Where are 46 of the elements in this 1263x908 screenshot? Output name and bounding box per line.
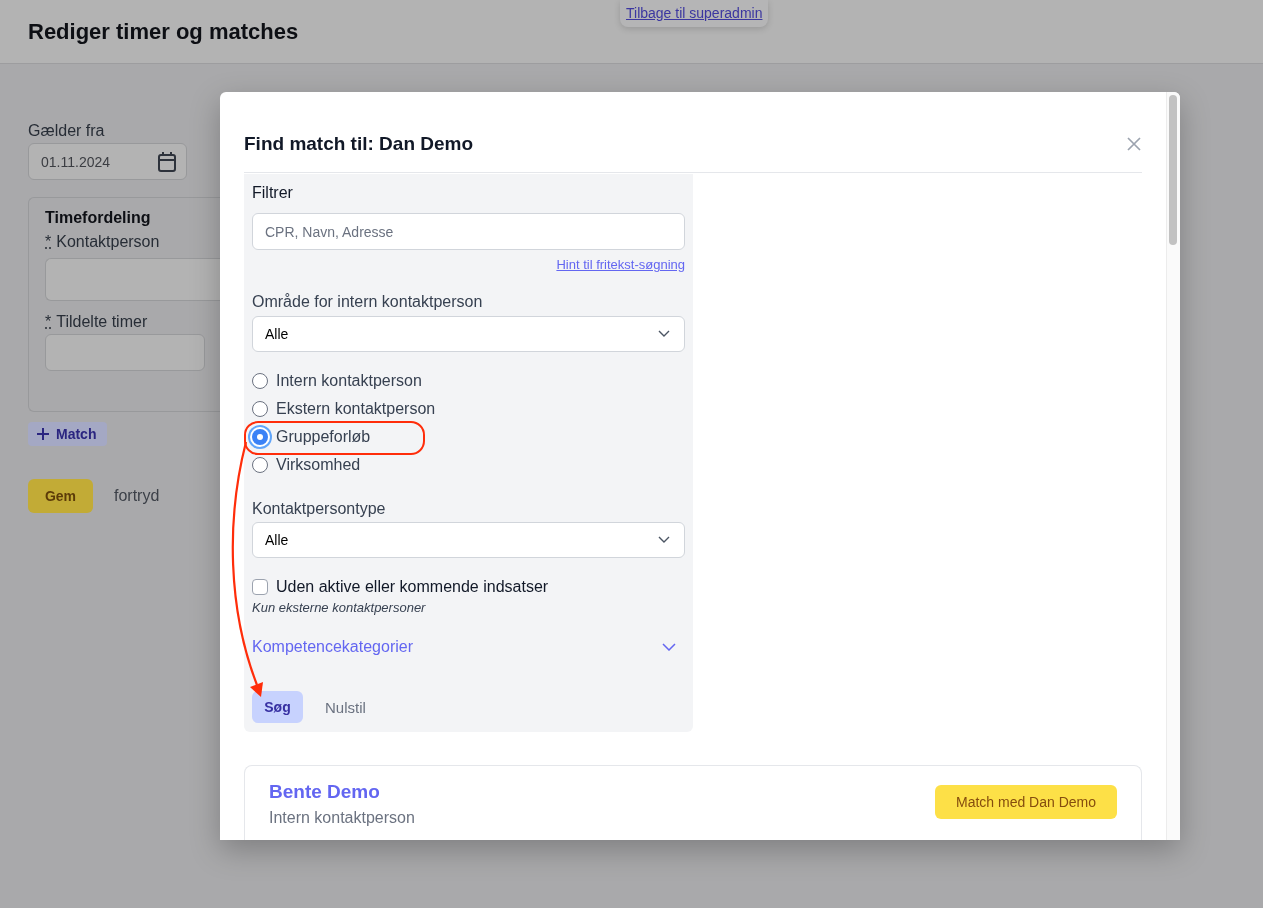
text-field[interactable]: [45, 334, 205, 371]
radio-button[interactable]: [252, 373, 268, 389]
text-field[interactable]: [45, 258, 221, 301]
required-mark: *: [45, 312, 52, 332]
checkbox-label[interactable]: Uden aktive eller kommende indsatser: [276, 577, 549, 597]
field-label: Kontaktperson: [56, 232, 160, 252]
required-mark: *: [45, 232, 52, 252]
option-label[interactable]: Gruppeforløb: [276, 427, 371, 447]
add-match-button[interactable]: Match: [28, 422, 107, 446]
result-type: Intern kontaktperson: [269, 808, 415, 828]
checkbox[interactable]: [252, 579, 268, 595]
field-label: Område for intern kontaktperson: [252, 292, 484, 312]
radio-button[interactable]: [252, 401, 268, 417]
radio-button[interactable]: [252, 429, 268, 445]
plus-icon: [37, 428, 49, 440]
result-name[interactable]: Bente Demo: [269, 780, 415, 804]
field-label: Kontaktpersontype: [252, 499, 387, 519]
dropdown[interactable]: Alle: [252, 522, 685, 558]
dropdown[interactable]: Alle: [252, 316, 685, 352]
filter-heading: Filtrer: [252, 183, 294, 203]
scrollbar-thumb[interactable]: [1169, 95, 1177, 245]
match-button[interactable]: Match med Dan Demo: [935, 785, 1117, 819]
chevron-down-icon: [658, 330, 670, 338]
helper-text: Kun eksterne kontaktpersoner: [252, 600, 427, 616]
back-link[interactable]: Tilbage til superadmin: [620, 0, 769, 27]
panel-title: Timefordeling: [45, 208, 151, 228]
field-label: Gælder fra: [28, 121, 105, 141]
cancel-link[interactable]: fortryd: [114, 487, 160, 505]
option-label[interactable]: Ekstern kontaktperson: [276, 399, 436, 419]
close-icon[interactable]: [1127, 137, 1141, 151]
hint-link[interactable]: Hint til fritekst-søgning: [556, 257, 685, 273]
page-title: Rediger timer og matches: [28, 17, 299, 46]
field-label: Tildelte timer: [56, 312, 148, 332]
calendar-icon[interactable]: [158, 151, 176, 172]
accordion-toggle[interactable]: Kompetencekategorier: [252, 637, 413, 657]
option-label[interactable]: Intern kontaktperson: [276, 371, 422, 391]
radio-button[interactable]: [252, 457, 268, 473]
chevron-icon[interactable]: [662, 643, 676, 651]
date-field[interactable]: 01.11.2024: [28, 143, 187, 180]
search-button[interactable]: Søg: [252, 691, 303, 723]
search-field[interactable]: CPR, Navn, Adresse: [252, 213, 685, 250]
save-button[interactable]: Gem: [28, 479, 93, 513]
modal-title: Find match til: Dan Demo: [244, 132, 474, 156]
reset-button[interactable]: Nulstil: [325, 698, 366, 716]
option-label[interactable]: Virksomhed: [276, 455, 361, 475]
chevron-down-icon: [658, 536, 670, 544]
